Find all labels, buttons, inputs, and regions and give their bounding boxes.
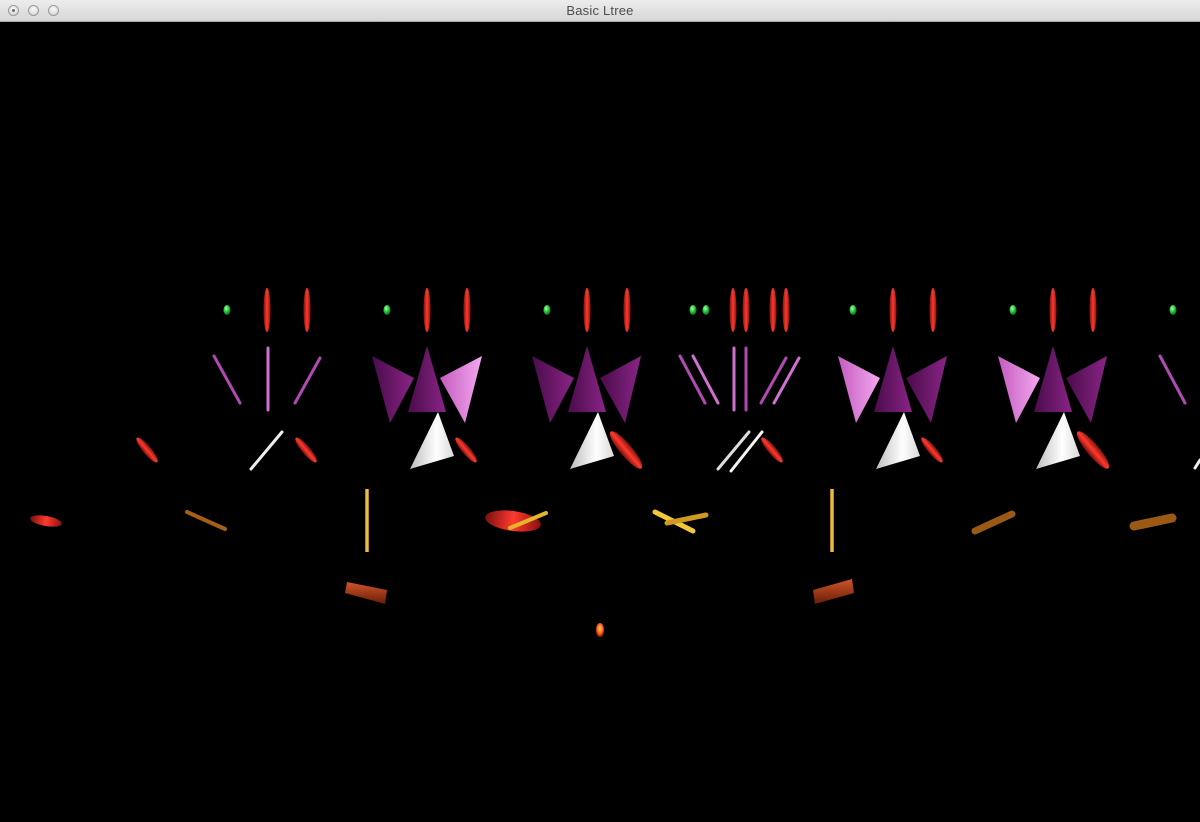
red-leaf (463, 288, 471, 332)
red-leaf (455, 437, 477, 463)
base-row (345, 579, 854, 637)
white-cone (876, 412, 920, 469)
purple-cone-cluster-6 (998, 346, 1107, 423)
red-leaf (423, 288, 431, 332)
red-leaf (136, 437, 158, 463)
green-bud (1009, 305, 1017, 315)
white-cone (570, 412, 614, 469)
app-window: Basic Ltree (0, 0, 1200, 822)
green-bud (702, 305, 710, 315)
white-stick (1193, 458, 1200, 470)
red-leaf (1089, 288, 1097, 332)
purple-cone (874, 346, 912, 412)
red-leaf (782, 288, 790, 332)
purple-cone-cluster-3 (532, 346, 641, 423)
brown-trunk (971, 510, 1016, 535)
purple-cone-cluster-5 (838, 346, 947, 423)
purple-stick (293, 356, 322, 405)
gold-trunk (365, 489, 369, 552)
red-leaf (889, 288, 897, 332)
red-leaf (929, 288, 937, 332)
white-cone (410, 412, 454, 469)
red-leaf (742, 288, 750, 332)
red-leaf (769, 288, 777, 332)
white-stick (249, 430, 284, 471)
red-leaf (30, 515, 62, 527)
red-leaf (1049, 288, 1057, 332)
purple-stick (1158, 354, 1187, 405)
purple-cone (906, 356, 947, 423)
rust-base (813, 579, 854, 604)
gl-canvas[interactable] (0, 22, 1200, 822)
green-bud (849, 305, 857, 315)
purple-cone (1034, 346, 1072, 412)
purple-cone (372, 356, 414, 423)
white-stick (729, 430, 764, 473)
trunk-row (30, 489, 1177, 552)
purple-stick (212, 354, 242, 405)
brown-trunk (185, 510, 227, 531)
purple-cone (998, 356, 1040, 423)
purple-cone (838, 356, 880, 423)
red-leaf (623, 288, 631, 332)
window-titlebar[interactable]: Basic Ltree (0, 0, 1200, 22)
white-cone (1036, 412, 1080, 469)
purple-cone (532, 356, 574, 423)
purple-stick (678, 354, 707, 405)
gold-trunk (830, 489, 834, 552)
purple-cone (568, 346, 606, 412)
purple-stick (759, 356, 788, 405)
red-leaf (303, 288, 311, 332)
red-leaf (761, 437, 783, 463)
red-leaf (295, 437, 317, 463)
green-bud (543, 305, 551, 315)
brown-trunk (1129, 513, 1177, 531)
red-leaf (583, 288, 591, 332)
green-bud (689, 305, 697, 315)
rust-base (345, 582, 387, 604)
window-title: Basic Ltree (566, 3, 634, 18)
green-bud (383, 305, 391, 315)
ember-root (596, 623, 604, 637)
ltree-render (30, 288, 1200, 637)
purple-cone (408, 346, 446, 412)
purple-cone (440, 356, 482, 423)
green-bud (223, 305, 231, 315)
white-branches-row (136, 412, 1200, 473)
purple-cone-cluster-2 (372, 346, 482, 423)
purple-stick (691, 354, 720, 405)
white-stick (716, 430, 751, 471)
red-leaf (485, 510, 541, 532)
red-leaf (263, 288, 271, 332)
red-leaf (609, 431, 643, 469)
green-bud (1169, 305, 1177, 315)
red-leaf (729, 288, 737, 332)
red-leaf (921, 437, 943, 463)
purple-cone (1066, 356, 1107, 423)
red-leaf (1076, 431, 1110, 469)
top-leaves-row (223, 288, 1177, 332)
purple-stick (772, 356, 801, 405)
purple-cone (600, 356, 641, 423)
